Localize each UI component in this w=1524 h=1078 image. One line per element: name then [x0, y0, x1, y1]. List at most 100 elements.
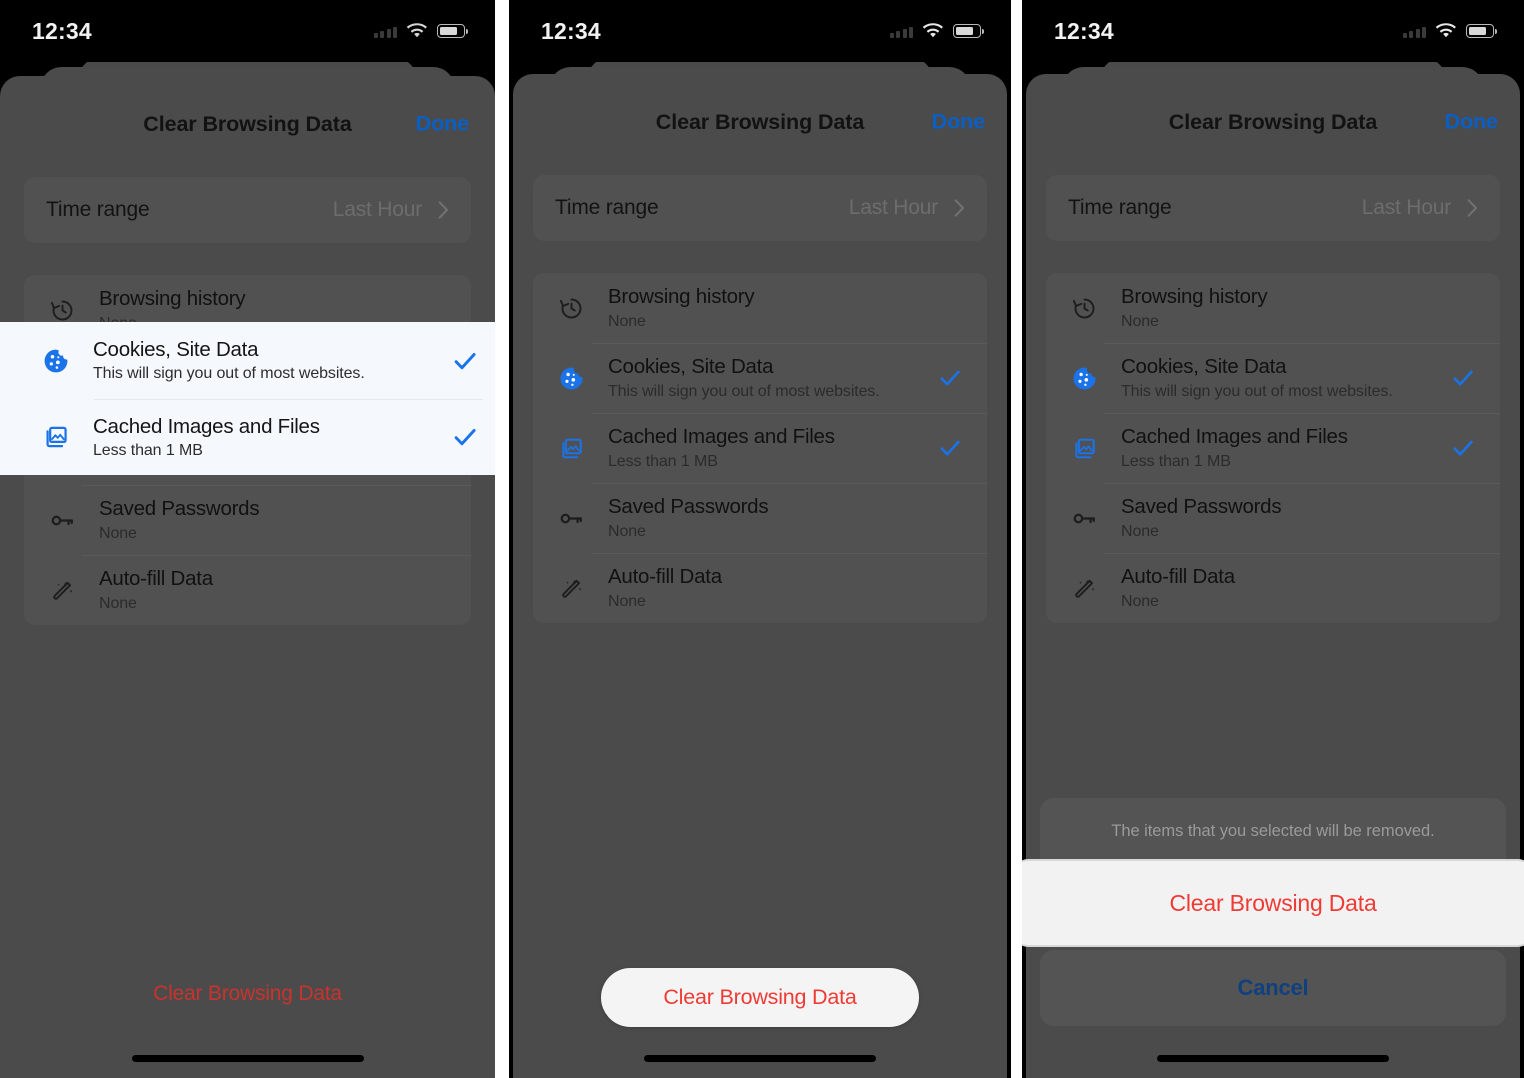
list-item-subtitle: None — [608, 522, 646, 540]
list-item[interactable]: Saved Passwords None — [1046, 483, 1500, 553]
list-item[interactable]: Cached Images and Files Less than 1 MB — [533, 413, 987, 483]
chevron-right-icon — [438, 201, 448, 219]
panel-divider — [495, 0, 509, 1078]
home-indicator — [644, 1055, 876, 1062]
status-indicators — [1402, 22, 1498, 40]
signal-dots-icon — [373, 25, 397, 38]
sheet-header: Clear Browsing Data Done — [513, 93, 1007, 151]
time-range-row[interactable]: Time range Last Hour — [24, 177, 471, 243]
list-item[interactable]: Cookies, Site Data This will sign you ou… — [24, 345, 471, 415]
list-item-subtitle: None — [1121, 312, 1159, 330]
clear-browsing-data-button[interactable]: Clear Browsing Data — [123, 968, 372, 1020]
list-item-text: Saved Passwords None — [591, 495, 933, 540]
list-item[interactable]: Cached Images and Files Less than 1 MB — [1046, 413, 1500, 483]
status-clock: 12:34 — [541, 17, 601, 44]
list-item-subtitle: This will sign you out of most websites. — [608, 382, 880, 400]
data-types-card: Browsing history None Cookies, Site Data… — [24, 275, 471, 625]
highlight-clear-browsing-data-label: Clear Browsing Data — [1169, 889, 1377, 916]
list-item-text: Cookies, Site Data This will sign you ou… — [591, 355, 933, 400]
magic-wand-icon — [551, 575, 591, 602]
time-range-card: Time range Last Hour — [533, 175, 987, 241]
status-clock: 12:34 — [1054, 17, 1114, 44]
chevron-right-icon — [1467, 199, 1477, 217]
list-item-subtitle: This will sign you out of most websites. — [1121, 382, 1393, 400]
time-range-row[interactable]: Time range Last Hour — [533, 175, 987, 241]
list-item-subtitle: None — [1121, 592, 1159, 610]
cookie-icon — [1064, 365, 1104, 392]
time-range-value-group: Last Hour — [1362, 196, 1478, 220]
list-item[interactable]: Cached Images and Files Less than 1 MB — [24, 415, 471, 485]
list-item[interactable]: Saved Passwords None — [533, 483, 987, 553]
list-item-title: Cached Images and Files — [99, 427, 326, 451]
status-indicators — [373, 22, 469, 40]
status-bar: 12:34 — [1022, 0, 1524, 62]
list-item-text: Cookies, Site Data This will sign you ou… — [82, 357, 417, 402]
list-item[interactable]: Saved Passwords None — [24, 485, 471, 555]
signal-dots-icon — [889, 25, 913, 38]
cached-images-icon — [551, 435, 591, 462]
data-types-card: Browsing history None Cookies, Site Data… — [533, 273, 987, 623]
list-item-text: Saved Passwords None — [82, 497, 417, 542]
list-item-title: Auto-fill Data — [99, 567, 213, 591]
list-item[interactable]: Browsing history None — [24, 275, 471, 345]
done-button[interactable]: Done — [416, 112, 469, 137]
list-item-subtitle: Less than 1 MB — [1121, 452, 1231, 470]
chevron-right-icon — [954, 199, 964, 217]
list-item[interactable]: Cookies, Site Data This will sign you ou… — [533, 343, 987, 413]
clear-browsing-data-button[interactable]: Clear Browsing Data — [601, 968, 919, 1027]
checkmark-icon — [933, 365, 967, 391]
status-bar: 12:34 — [0, 0, 495, 62]
list-item-subtitle: None — [1121, 522, 1159, 540]
time-range-card: Time range Last Hour — [1046, 175, 1500, 241]
time-range-value-group: Last Hour — [849, 196, 965, 220]
list-item-title: Cookies, Site Data — [99, 357, 265, 381]
cookie-icon — [551, 365, 591, 392]
page-title: Clear Browsing Data — [1168, 109, 1378, 134]
action-sheet-cancel-button[interactable]: Cancel — [1040, 950, 1506, 1026]
data-types-card: Browsing history None Cookies, Site Data… — [1046, 273, 1500, 623]
signal-dots-icon — [1402, 25, 1426, 38]
page-title: Clear Browsing Data — [143, 111, 352, 136]
list-item[interactable]: Auto-fill Data None — [24, 555, 471, 625]
phone-panel-2: 12:34 Clear Browsing Data Done Time rang… — [509, 0, 1011, 1078]
highlight-overlay-clear-browsing-data: Clear Browsing Data — [1022, 861, 1524, 945]
list-item[interactable]: Browsing history None — [533, 273, 987, 343]
list-item-text: Cached Images and Files Less than 1 MB — [1104, 425, 1446, 470]
home-indicator — [1157, 1055, 1389, 1062]
done-button[interactable]: Done — [932, 110, 985, 135]
list-item-text: Browsing history None — [1104, 285, 1446, 330]
checkmark-icon — [1446, 435, 1480, 461]
list-item-subtitle: Less than 1 MB — [99, 454, 209, 472]
cookie-icon — [42, 367, 82, 394]
list-item-subtitle: None — [608, 592, 646, 610]
time-range-row[interactable]: Time range Last Hour — [1046, 175, 1500, 241]
wifi-icon — [1435, 22, 1456, 37]
time-range-label: Time range — [555, 196, 659, 219]
checkmark-icon — [1446, 365, 1480, 391]
time-range-label: Time range — [46, 198, 150, 221]
history-clock-icon — [1064, 295, 1104, 322]
status-clock: 12:34 — [32, 17, 92, 44]
time-range-label: Time range — [1068, 196, 1172, 219]
list-item[interactable]: Auto-fill Data None — [533, 553, 987, 623]
list-item-text: Auto-fill Data None — [1104, 565, 1446, 610]
list-item-title: Auto-fill Data — [1121, 565, 1235, 589]
three-panel-screenshot: 12:34 Clear Browsing Data Done Time rang… — [0, 0, 1524, 1078]
list-item-text: Cached Images and Files Less than 1 MB — [591, 425, 933, 470]
clear-browsing-data-sheet: Clear Browsing Data Done Time range Last… — [513, 74, 1007, 1078]
list-item-subtitle: This will sign you out of most websites. — [99, 384, 371, 402]
list-item[interactable]: Cookies, Site Data This will sign you ou… — [1046, 343, 1500, 413]
history-clock-icon — [42, 297, 82, 324]
list-item-text: Browsing history None — [591, 285, 933, 330]
list-item[interactable]: Auto-fill Data None — [1046, 553, 1500, 623]
status-bar: 12:34 — [509, 0, 1011, 62]
list-item[interactable]: Browsing history None — [1046, 273, 1500, 343]
list-item-title: Cookies, Site Data — [608, 355, 774, 379]
time-range-value: Last Hour — [332, 198, 422, 221]
battery-icon — [953, 24, 985, 38]
list-item-text: Auto-fill Data None — [591, 565, 933, 610]
list-item-title: Saved Passwords — [608, 495, 769, 519]
time-range-value-group: Last Hour — [333, 198, 449, 222]
action-sheet-cancel-group: Cancel — [1040, 950, 1506, 1026]
done-button[interactable]: Done — [1445, 110, 1498, 135]
